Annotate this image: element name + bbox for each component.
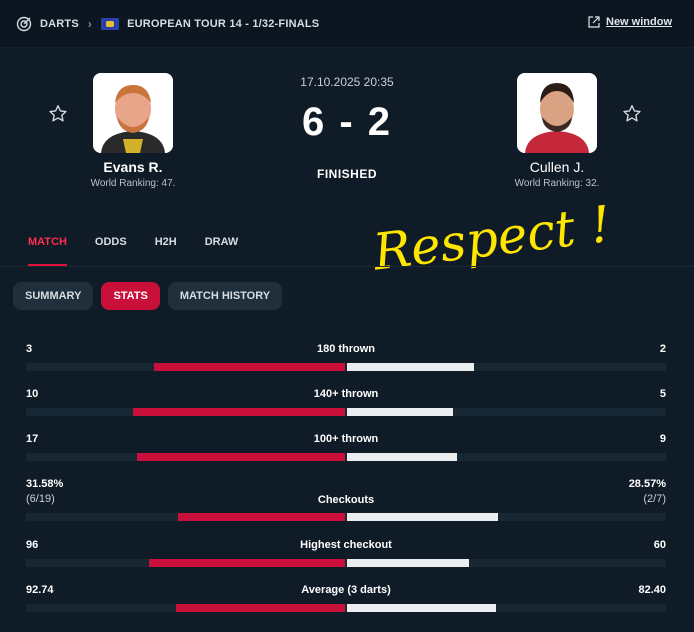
stat-bar-track bbox=[26, 604, 666, 612]
stat-bar-track bbox=[26, 513, 666, 521]
stat-bar-track bbox=[26, 559, 666, 567]
top-bar: DARTS › EUROPEAN TOUR 14 - 1/32-FINALS N… bbox=[0, 0, 694, 48]
new-window-link[interactable]: New window bbox=[588, 16, 672, 28]
stat-bar-track bbox=[26, 363, 666, 371]
stat-bar-away bbox=[347, 559, 469, 567]
stat-home-value: 31.58% bbox=[26, 478, 64, 490]
stat-bar-home bbox=[149, 559, 345, 567]
home-player-ranking: World Ranking: 47. bbox=[90, 178, 176, 189]
match-tabs: MATCH ODDS H2H DRAW bbox=[28, 236, 266, 266]
stat-away-value: 9 bbox=[659, 433, 666, 445]
home-player[interactable]: Evans R. World Ranking: 47. bbox=[63, 73, 203, 189]
stat-bar-track bbox=[26, 453, 666, 461]
annotation-text: Respect ! bbox=[370, 195, 614, 282]
stat-bar-home bbox=[178, 513, 345, 521]
stat-bar-away bbox=[347, 513, 498, 521]
away-player-photo bbox=[517, 73, 597, 153]
stat-bar-away bbox=[347, 453, 457, 461]
subtab-summary[interactable]: SUMMARY bbox=[13, 282, 94, 310]
away-player-ranking: World Ranking: 32. bbox=[514, 178, 600, 189]
chevron-right-icon: › bbox=[87, 16, 93, 31]
europe-flag-icon bbox=[101, 17, 120, 30]
subtab-match-history[interactable]: MATCH HISTORY bbox=[167, 282, 283, 310]
stat-away-value: 5 bbox=[659, 388, 666, 400]
away-player-name[interactable]: Cullen J. bbox=[487, 159, 627, 175]
home-player-photo bbox=[93, 73, 173, 153]
match-status: FINISHED bbox=[316, 167, 377, 181]
stat-row-checkouts: 31.58% (6/19) Checkouts 28.57% (2/7) bbox=[26, 478, 666, 521]
tab-match[interactable]: MATCH bbox=[28, 236, 67, 266]
home-player-name[interactable]: Evans R. bbox=[63, 159, 203, 175]
subtab-stats[interactable]: STATS bbox=[101, 282, 160, 310]
stat-label: 180 thrown bbox=[316, 343, 376, 355]
stat-away-subvalue: (2/7) bbox=[643, 493, 666, 505]
stat-bar-home bbox=[133, 408, 345, 416]
stat-away-value: 28.57% bbox=[628, 478, 666, 490]
tab-h2h[interactable]: H2H bbox=[155, 236, 177, 266]
match-score: 6 - 2 bbox=[301, 100, 393, 144]
stat-bar-away bbox=[347, 363, 474, 371]
stat-label: 100+ thrown bbox=[313, 433, 379, 445]
external-link-icon bbox=[588, 16, 600, 28]
away-player[interactable]: Cullen J. World Ranking: 32. bbox=[487, 73, 627, 189]
handwritten-annotation: Respect ! bbox=[370, 195, 614, 282]
stat-row-average: 92.74 Average (3 darts) 82.40 bbox=[26, 584, 666, 624]
match-datetime: 17.10.2025 20:35 bbox=[300, 75, 394, 89]
stat-away-value: 82.40 bbox=[638, 584, 666, 596]
stat-bar-away bbox=[347, 604, 496, 612]
stat-away-value: 60 bbox=[653, 539, 666, 551]
stat-bar-home bbox=[154, 363, 345, 371]
stat-bar-away bbox=[347, 408, 453, 416]
stat-away-value: 2 bbox=[659, 343, 666, 355]
sub-tabs: SUMMARY STATS MATCH HISTORY bbox=[13, 282, 290, 310]
stat-bar-track bbox=[26, 408, 666, 416]
breadcrumb-sport[interactable]: DARTS bbox=[40, 18, 79, 30]
tab-odds[interactable]: ODDS bbox=[95, 236, 127, 266]
stat-bar-home bbox=[176, 604, 345, 612]
stat-bar-home bbox=[137, 453, 345, 461]
stat-label: Checkouts bbox=[317, 494, 375, 506]
stat-row-140: 10 140+ thrown 5 bbox=[26, 388, 666, 428]
new-window-label: New window bbox=[606, 16, 672, 28]
tabs-divider bbox=[0, 266, 694, 267]
stat-row-180: 3 180 thrown 2 bbox=[26, 343, 666, 383]
darts-target-icon bbox=[16, 16, 32, 31]
stat-label: Highest checkout bbox=[300, 539, 392, 551]
stat-label: Average (3 darts) bbox=[301, 584, 391, 596]
stat-row-100: 17 100+ thrown 9 bbox=[26, 433, 666, 473]
stat-row-highest-checkout: 96 Highest checkout 60 bbox=[26, 539, 666, 579]
tab-draw[interactable]: DRAW bbox=[205, 236, 239, 266]
breadcrumb: DARTS › EUROPEAN TOUR 14 - 1/32-FINALS bbox=[16, 16, 319, 32]
stat-label: 140+ thrown bbox=[313, 388, 379, 400]
breadcrumb-tournament[interactable]: EUROPEAN TOUR 14 - 1/32-FINALS bbox=[127, 18, 319, 30]
